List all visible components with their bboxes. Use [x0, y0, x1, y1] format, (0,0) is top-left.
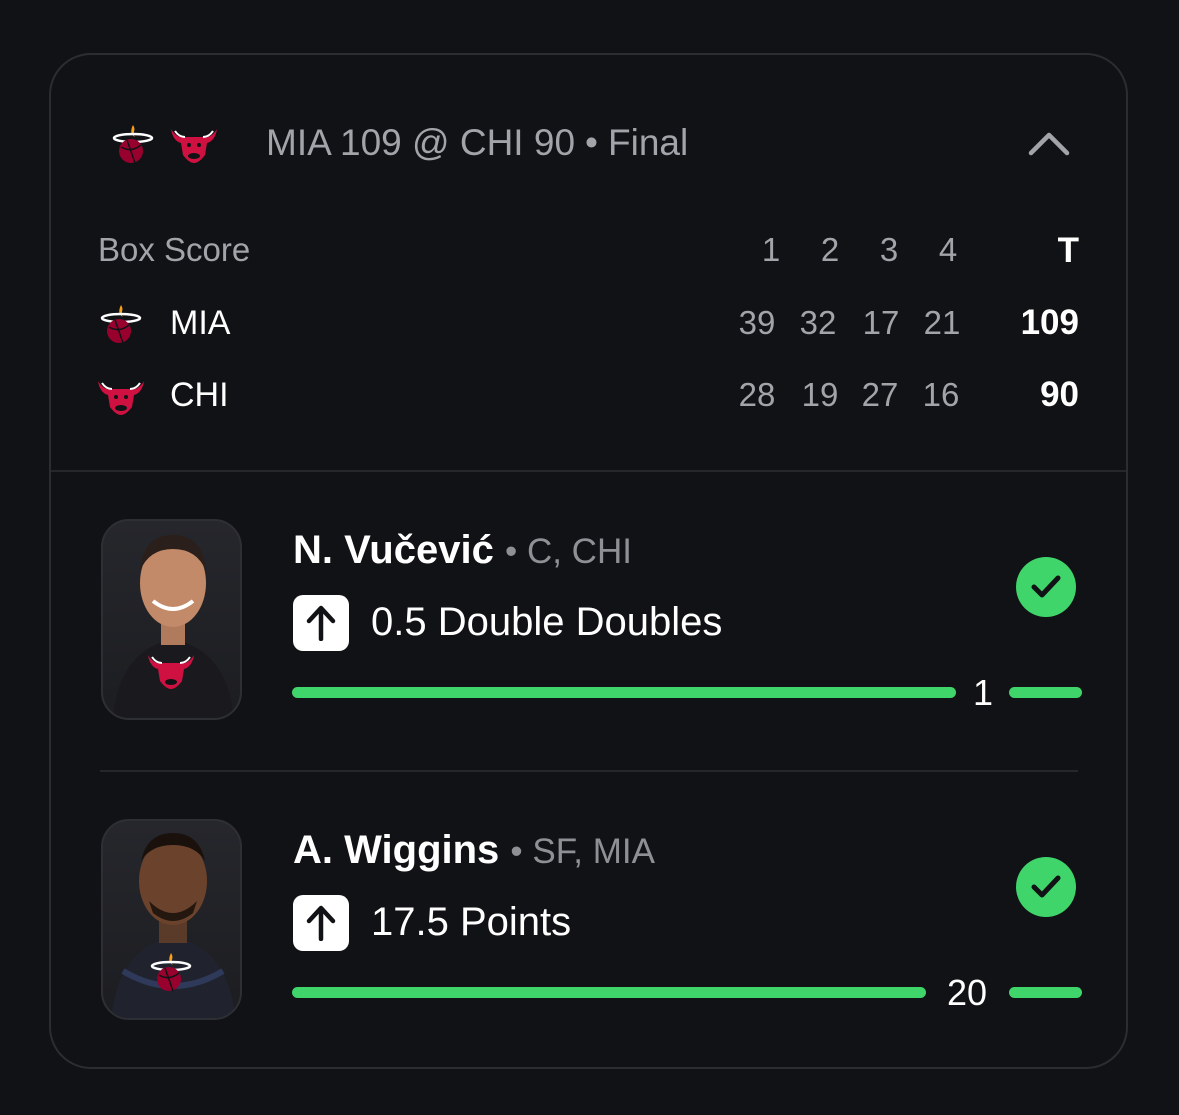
divider — [100, 770, 1078, 772]
chi-total: 90 — [1040, 375, 1079, 414]
period-header-3: 3 — [879, 231, 899, 268]
game-score-text: MIA 109 @ CHI 90 — [266, 122, 576, 163]
prop-line: 0.5 Double Doubles — [371, 600, 723, 644]
checkmark-icon — [1016, 857, 1076, 917]
player-position: • SF, MIA — [510, 832, 655, 871]
player-position: • C, CHI — [504, 532, 632, 571]
player-position-text: C, CHI — [526, 532, 632, 571]
heat-logo-icon — [100, 305, 142, 344]
prop-line: 17.5 Points — [371, 900, 572, 944]
progress-bar — [292, 687, 956, 698]
team-abbr-mia: MIA — [170, 304, 231, 342]
mia-q1: 39 — [738, 304, 776, 341]
chevron-up-icon[interactable] — [1027, 129, 1071, 159]
over-arrow-icon — [293, 895, 349, 951]
chi-q3: 27 — [861, 376, 899, 413]
game-card: MIA 109 @ CHI 90 • Final Box Score 1 2 3 4… — [49, 53, 1128, 1069]
chi-q1: 28 — [738, 376, 776, 413]
mia-q2: 32 — [799, 304, 837, 341]
separator-dot: • — [585, 122, 598, 163]
game-status: Final — [608, 122, 689, 163]
heat-logo-icon — [112, 125, 154, 164]
game-summary: MIA 109 @ CHI 90 • Final — [266, 119, 688, 167]
player-headshot-icon — [113, 535, 234, 718]
divider — [51, 470, 1126, 472]
player-headshot-icon — [111, 833, 236, 1018]
period-header-4: 4 — [938, 231, 958, 268]
player-name: A. Wiggins • SF, MIA — [293, 828, 655, 873]
mia-total: 109 — [1020, 303, 1079, 342]
bulls-logo-icon — [171, 129, 217, 163]
box-score-label: Box Score — [98, 231, 251, 268]
progress-bar-remainder — [1009, 687, 1082, 698]
period-header-1: 1 — [761, 231, 781, 268]
progress-bar-remainder — [1009, 987, 1082, 998]
checkmark-icon — [1016, 557, 1076, 617]
chi-q4: 16 — [922, 376, 960, 413]
team-abbr-chi: CHI — [170, 376, 229, 414]
player-name: N. Vučević • C, CHI — [293, 528, 632, 573]
period-header-2: 2 — [820, 231, 840, 268]
player-name-text: A. Wiggins — [293, 828, 500, 872]
bulls-logo-icon — [98, 381, 144, 415]
mia-q3: 17 — [862, 304, 900, 341]
player-position-text: SF, MIA — [532, 832, 655, 871]
result-value: 1 — [972, 672, 994, 713]
player-photo[interactable] — [101, 819, 242, 1020]
progress-bar — [292, 987, 926, 998]
result-value: 20 — [946, 972, 988, 1013]
player-name-text: N. Vučević — [293, 528, 494, 572]
chi-q2: 19 — [801, 376, 839, 413]
over-arrow-icon — [293, 595, 349, 651]
total-header: T — [1057, 231, 1079, 270]
player-photo[interactable] — [101, 519, 242, 720]
mia-q4: 21 — [923, 304, 961, 341]
